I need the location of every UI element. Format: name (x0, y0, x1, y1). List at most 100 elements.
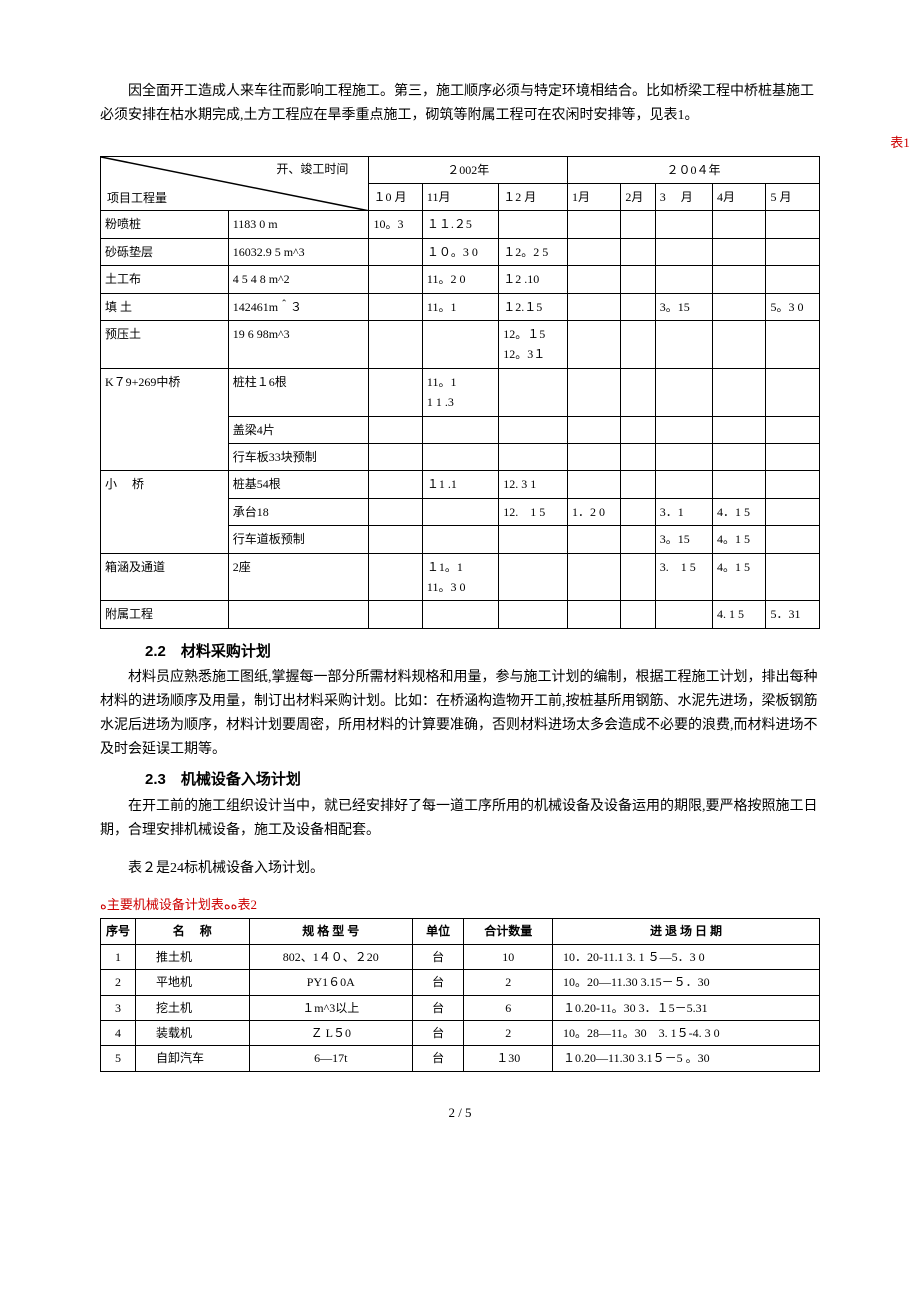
cell (655, 368, 712, 416)
row-name: 预压土 (101, 321, 229, 369)
cell: 平地机 (136, 970, 250, 995)
cell: １2.１5 (499, 293, 568, 320)
cell (369, 416, 422, 443)
month-header: 4月 (713, 184, 766, 211)
diag-top: 开、竣工时间 (276, 159, 348, 179)
cell: 台 (412, 970, 463, 995)
cell (621, 553, 655, 601)
cell (567, 293, 620, 320)
table-row: 3挖土机１m^3以上台6１0.20-11。30 3．１5－5.31 (101, 995, 820, 1020)
cell (621, 601, 655, 628)
row-qty: 1183 0 m (228, 211, 369, 238)
table-row: K７9+269中桥桩柱１6根11。1 1 1 .3 (101, 368, 820, 416)
table2-caption: ﻩ主要机械设备计划表ﻩﻩ表2 (100, 894, 820, 916)
row-qty: 承台18 (228, 498, 369, 525)
paragraph-2-3a: 在开工前的施工组织设计当中，就已经安排好了每一道工序所用的机械设备及设备运用的期… (100, 795, 820, 843)
table-row: 小 桥桩基54根１1 .112. 3 1 (101, 471, 820, 498)
cell (499, 553, 568, 601)
page-number: 2 / 5 (100, 1102, 820, 1124)
cell (766, 471, 820, 498)
cell (567, 368, 620, 416)
cell: 台 (412, 1020, 463, 1045)
cell (713, 368, 766, 416)
t2-header: 序号 (101, 919, 136, 944)
cell (567, 443, 620, 470)
cell (499, 443, 568, 470)
paragraph-2-2: 材料员应熟悉施工图纸,掌握每一部分所需材料规格和用量，参与施工计划的编制，根据工… (100, 666, 820, 761)
cell: 5．31 (766, 601, 820, 628)
cell (621, 526, 655, 553)
cell (567, 266, 620, 293)
month-header: １0 月 (369, 184, 422, 211)
cell: 台 (412, 995, 463, 1020)
cell: 10。20—11.30 3.15－５．30 (553, 970, 820, 995)
month-header: １2 月 (499, 184, 568, 211)
cell (655, 471, 712, 498)
t2-header: 单位 (412, 919, 463, 944)
cell (369, 601, 422, 628)
cell (369, 368, 422, 416)
cell (499, 526, 568, 553)
cell (621, 498, 655, 525)
row-name: K７9+269中桥 (101, 368, 229, 471)
cell (713, 211, 766, 238)
row-name: 粉喷桩 (101, 211, 229, 238)
cell: 1 (101, 944, 136, 969)
month-header: 1月 (567, 184, 620, 211)
cell (499, 211, 568, 238)
row-qty (228, 601, 369, 628)
month-header: 2月 (621, 184, 655, 211)
row-qty: 19 6 98m^3 (228, 321, 369, 369)
cell: １2 .10 (499, 266, 568, 293)
t2-header: 进 退 场 日 期 (553, 919, 820, 944)
cell (621, 443, 655, 470)
cell: 3．1 (655, 498, 712, 525)
row-name: 附属工程 (101, 601, 229, 628)
table-row: 1推土机802、1４０、２20台1010．20-11.1 3. 1 ５—5．3 … (101, 944, 820, 969)
cell (713, 416, 766, 443)
cell: 11。2 0 (422, 266, 498, 293)
cell: 10．20-11.1 3. 1 ５—5．3 0 (553, 944, 820, 969)
cell (621, 266, 655, 293)
cell: １０。3 0 (422, 238, 498, 265)
cell (567, 553, 620, 601)
cell (713, 471, 766, 498)
row-name: 箱涵及通道 (101, 553, 229, 601)
intro-paragraph: 因全面开工造成人来车往而影响工程施工。第三，施工顺序必须与特定环境相结合。比如桥… (100, 80, 820, 128)
row-qty: 4 5 4 8 m^2 (228, 266, 369, 293)
cell (567, 238, 620, 265)
heading-2-2: 2.2 材料采购计划 (100, 639, 820, 665)
cell: 4。1 5 (713, 526, 766, 553)
cell: １0.20—11.30 3.1５－5 。30 (553, 1046, 820, 1071)
cell: 4．1 5 (713, 498, 766, 525)
cell (766, 443, 820, 470)
cell: 3. 1 5 (655, 553, 712, 601)
cell (766, 553, 820, 601)
table-row: 预压土19 6 98m^312。１5 12。3１ (101, 321, 820, 369)
cell: 2 (464, 970, 553, 995)
cell: 装载机 (136, 1020, 250, 1045)
cell (567, 211, 620, 238)
cell: １m^3以上 (249, 995, 412, 1020)
cell (766, 266, 820, 293)
cell (766, 498, 820, 525)
t2-header: 合计数量 (464, 919, 553, 944)
heading-2-3: 2.3 机械设备入场计划 (100, 767, 820, 793)
month-header: 5 月 (766, 184, 820, 211)
cell (655, 601, 712, 628)
cell: 11。1 (422, 293, 498, 320)
row-qty: 142461m＾３ (228, 293, 369, 320)
table-row: 砂砾垫层16032.9 5 m^3１０。3 0１2。2 5 (101, 238, 820, 265)
cell (713, 266, 766, 293)
cell (766, 238, 820, 265)
cell: 4。1 5 (713, 553, 766, 601)
cell (422, 321, 498, 369)
cell (766, 416, 820, 443)
table-row: 箱涵及通道2座１1。1 11。3 03. 1 54。1 5 (101, 553, 820, 601)
cell (422, 498, 498, 525)
cell: 3。15 (655, 293, 712, 320)
cell: １1。1 11。3 0 (422, 553, 498, 601)
diag-bot: 项目工程量 (107, 188, 167, 208)
row-qty: 桩柱１6根 (228, 368, 369, 416)
cell: 5。3 0 (766, 293, 820, 320)
